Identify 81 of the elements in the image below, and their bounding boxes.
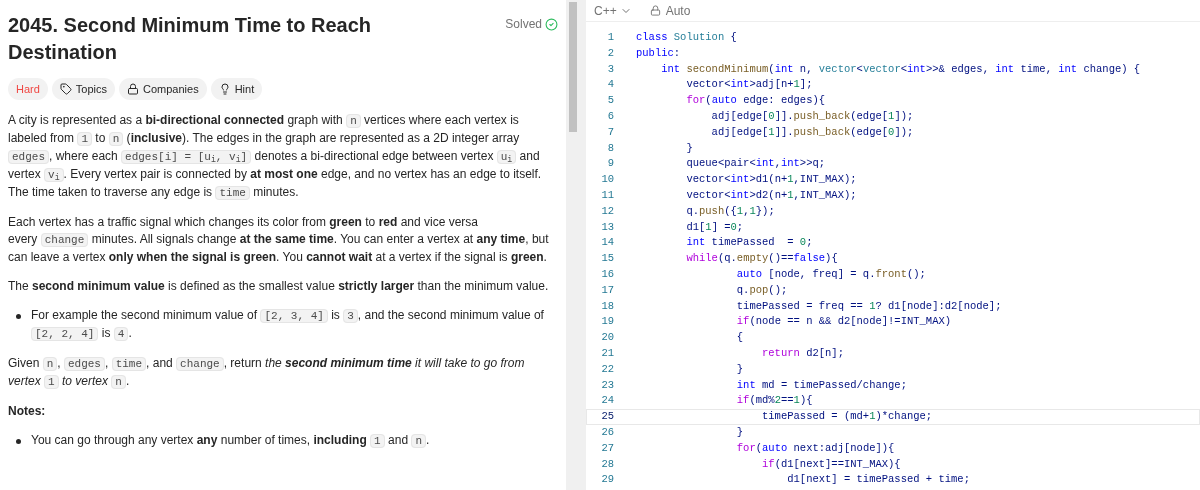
line-number: 26	[600, 424, 615, 440]
line-number: 29	[600, 472, 615, 488]
line-number: 23	[600, 377, 615, 393]
code-line: class Solution {	[635, 30, 737, 45]
tag-button[interactable]: Topics	[51, 78, 116, 100]
line-number: 20	[600, 330, 615, 346]
code-line: int timePassed = 0;	[685, 235, 813, 251]
line-number: 11	[600, 187, 615, 203]
line-number: 3	[606, 61, 615, 77]
lightbulb-icon	[218, 83, 231, 95]
code-line: adj[edge[0]].push_back(edge[1]);	[710, 109, 914, 124]
code-line: if(node == n && d2[node]!=INT_MAX)	[735, 314, 952, 330]
line-number: 14	[600, 235, 615, 251]
tag-button[interactable]: Companies	[119, 78, 207, 100]
code-line: vector<int>d1(n+1,INT_MAX);	[685, 172, 857, 188]
line-number: 5	[606, 93, 615, 109]
notes-heading: Notes:	[8, 403, 47, 420]
list-item: You can go through any vertex any number of times, including 1 and n .	[31, 432, 430, 450]
code-line: q.pop();	[735, 282, 788, 298]
list-item: For example the second minimum value of [2, 3, 4] is 3 , and the second minimum value of [2, 2, 4] is 4 .	[31, 307, 545, 343]
code-line: d1[next] = timePassed + time;	[786, 472, 970, 488]
line-number: 1	[606, 30, 615, 45]
code-line: d1[1] =0;	[685, 219, 744, 235]
line-number: 22	[600, 361, 615, 377]
code-line: return d2[n];	[761, 345, 844, 361]
line-number: 19	[600, 314, 615, 330]
paragraph: A city is represented as a bi-directional connected graph with n vertices where each vertex is labeled from 1 to n (inclusive). The edges in the graph are represented as a 2D integer array edges , where each edges[i] = [u$_{i}$, v$_{i}$] denotes a bi-directional edge between vertex u$_{i}$ and vertex v$_{i}$ . Every vertex pair is connected by at most one edge, and no vertex has an edge to itself. The time taken to traverse any edge is time minutes.	[8, 112, 543, 202]
code-line: while(q.empty()==false){	[685, 251, 838, 267]
code-line: for(auto next:adj[node]){	[735, 440, 895, 456]
paragraph: Each vertex has a traffic signal which changes its color from green to red and vice versa every change minutes. All signals change at the same time. You can enter a vertex at any time, but can leave a vertex only when the signal is green. You cannot wait at a vertex if the signal is green.	[8, 214, 550, 266]
lock-icon	[649, 5, 661, 16]
code-line: int secondMinimum(int n, vector<vector<int>>& edges, int time, int change) {	[660, 61, 1141, 77]
line-number: 2	[606, 45, 615, 61]
code-line: if(d1[next]==INT_MAX){	[761, 456, 901, 472]
line-number: 27	[600, 440, 615, 456]
code-line: vector<int>d2(n+1,INT_MAX);	[685, 187, 857, 203]
tag-button[interactable]: Hint	[210, 78, 263, 100]
language-dropdown[interactable]: C++	[594, 1, 632, 20]
line-number: 9	[606, 156, 615, 172]
check-circle-icon	[545, 18, 558, 31]
line-number: 8	[606, 140, 615, 156]
code-line: timePassed = freq == 1? d1[node]:d2[node];	[735, 298, 1002, 314]
line-number: 21	[600, 345, 615, 361]
line-number: 28	[600, 456, 615, 472]
code-line: vector<int>adj[n+1];	[685, 77, 813, 93]
line-number: 25	[600, 409, 615, 425]
code-line: {	[735, 330, 744, 346]
code-line: }	[685, 140, 693, 156]
lock-icon	[127, 83, 140, 95]
line-number: 7	[606, 124, 615, 140]
code-line: queue<pair<int,int>>q;	[685, 156, 826, 172]
difficulty-label: Hard	[8, 78, 48, 100]
code-line: timePassed = (md+1)*change;	[761, 409, 933, 425]
bullet-icon	[16, 314, 21, 319]
line-number: 24	[600, 393, 615, 409]
line-number: 13	[600, 219, 615, 235]
line-number: 16	[600, 266, 615, 282]
code-line: auto [node, freq] = q.front();	[735, 266, 926, 282]
paragraph: The second minimum value is defined as the smallest value strictly larger than the minimum value.	[8, 278, 550, 295]
code-line: }	[735, 361, 744, 377]
tag-icon	[59, 83, 72, 95]
bullet-icon	[16, 439, 21, 444]
line-number: 10	[600, 172, 615, 188]
code-line: public:	[635, 45, 681, 61]
line-number: 17	[600, 282, 615, 298]
code-line: for(auto edge: edges){	[685, 93, 826, 109]
code-line: int md = timePassed/change;	[735, 377, 907, 393]
code-line: }	[735, 424, 744, 440]
code-line: adj[edge[1]].push_back(edge[0]);	[710, 124, 914, 140]
scrollbar-thumb[interactable]	[569, 2, 577, 132]
line-number: 12	[600, 203, 615, 219]
line-number: 6	[606, 109, 615, 124]
code-line: q.push({1,1});	[685, 203, 775, 219]
line-number: 18	[600, 298, 615, 314]
code-line: if(md%2==1){	[735, 393, 813, 409]
problem-title: 2045. Second Minimum Time to Reach Destination	[8, 13, 373, 65]
line-number: 15	[600, 251, 615, 267]
paragraph: Given n , edges , time , and change , return the second minimum time it will take to go from vertex 1 to vertex n .	[8, 355, 526, 391]
mode-label: Auto	[665, 2, 691, 20]
solved-label: Solved	[505, 16, 542, 33]
line-number: 4	[606, 77, 615, 93]
